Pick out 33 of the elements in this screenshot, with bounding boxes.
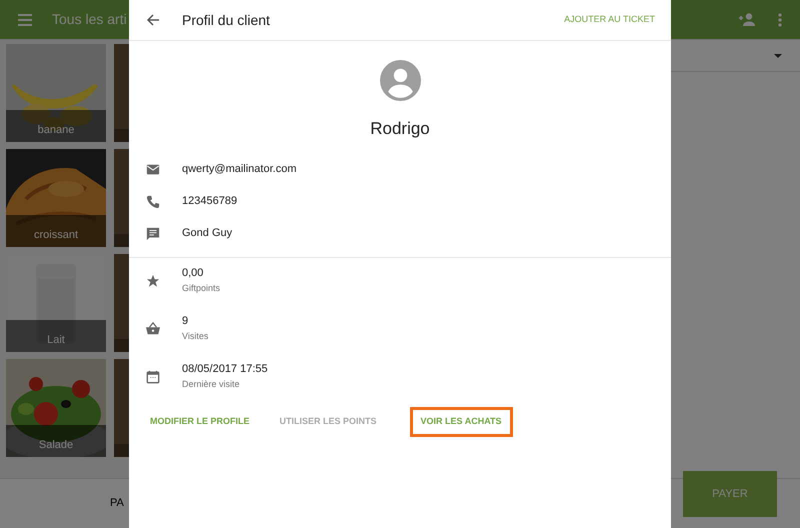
- product-label: Lait: [47, 332, 65, 348]
- basket-icon: [146, 322, 160, 336]
- message-icon: [146, 226, 160, 240]
- stat-value: 9: [182, 315, 190, 328]
- bottom-label: PA: [110, 496, 124, 512]
- dialog-title: Profil du client: [182, 10, 270, 30]
- pay-button[interactable]: PAYER: [683, 471, 777, 517]
- contact-value: qwerty@mailinator.com: [182, 162, 296, 178]
- add-to-ticket-button[interactable]: AJOUTER AU TICKET: [564, 13, 655, 27]
- stat-caption: Giftpoints: [182, 283, 220, 294]
- text-button[interactable]: MODIFIER LE PROFILE: [139, 406, 261, 436]
- star-icon: [146, 274, 160, 288]
- contact-value: Gond Guy: [182, 226, 232, 242]
- stat-caption: Dernière visite: [182, 379, 241, 390]
- add-person-icon[interactable]: [738, 13, 756, 26]
- app-title: Tous les arti: [52, 10, 127, 29]
- back-arrow-icon[interactable]: [147, 14, 159, 26]
- product-label: Salade: [38, 438, 74, 452]
- stat-value: 0,00: [182, 267, 204, 280]
- product-label: croissant: [34, 228, 78, 242]
- more-icon[interactable]: [778, 12, 782, 26]
- dropdown-caret-icon[interactable]: [774, 54, 782, 58]
- avatar-icon: [380, 60, 420, 101]
- product-label: banane: [38, 122, 74, 138]
- calendar-icon: [146, 370, 160, 384]
- contact-value: 123456789: [182, 194, 238, 210]
- phone-icon: [146, 194, 160, 208]
- mail-icon: [146, 162, 160, 176]
- menu-icon[interactable]: [18, 14, 32, 26]
- text-button[interactable]: VOIR LES ACHATS: [410, 406, 513, 436]
- stat-value: 08/05/2017 17:55: [182, 363, 268, 376]
- customer-name: Rodrigo: [370, 118, 430, 140]
- stat-caption: Visites: [182, 331, 208, 342]
